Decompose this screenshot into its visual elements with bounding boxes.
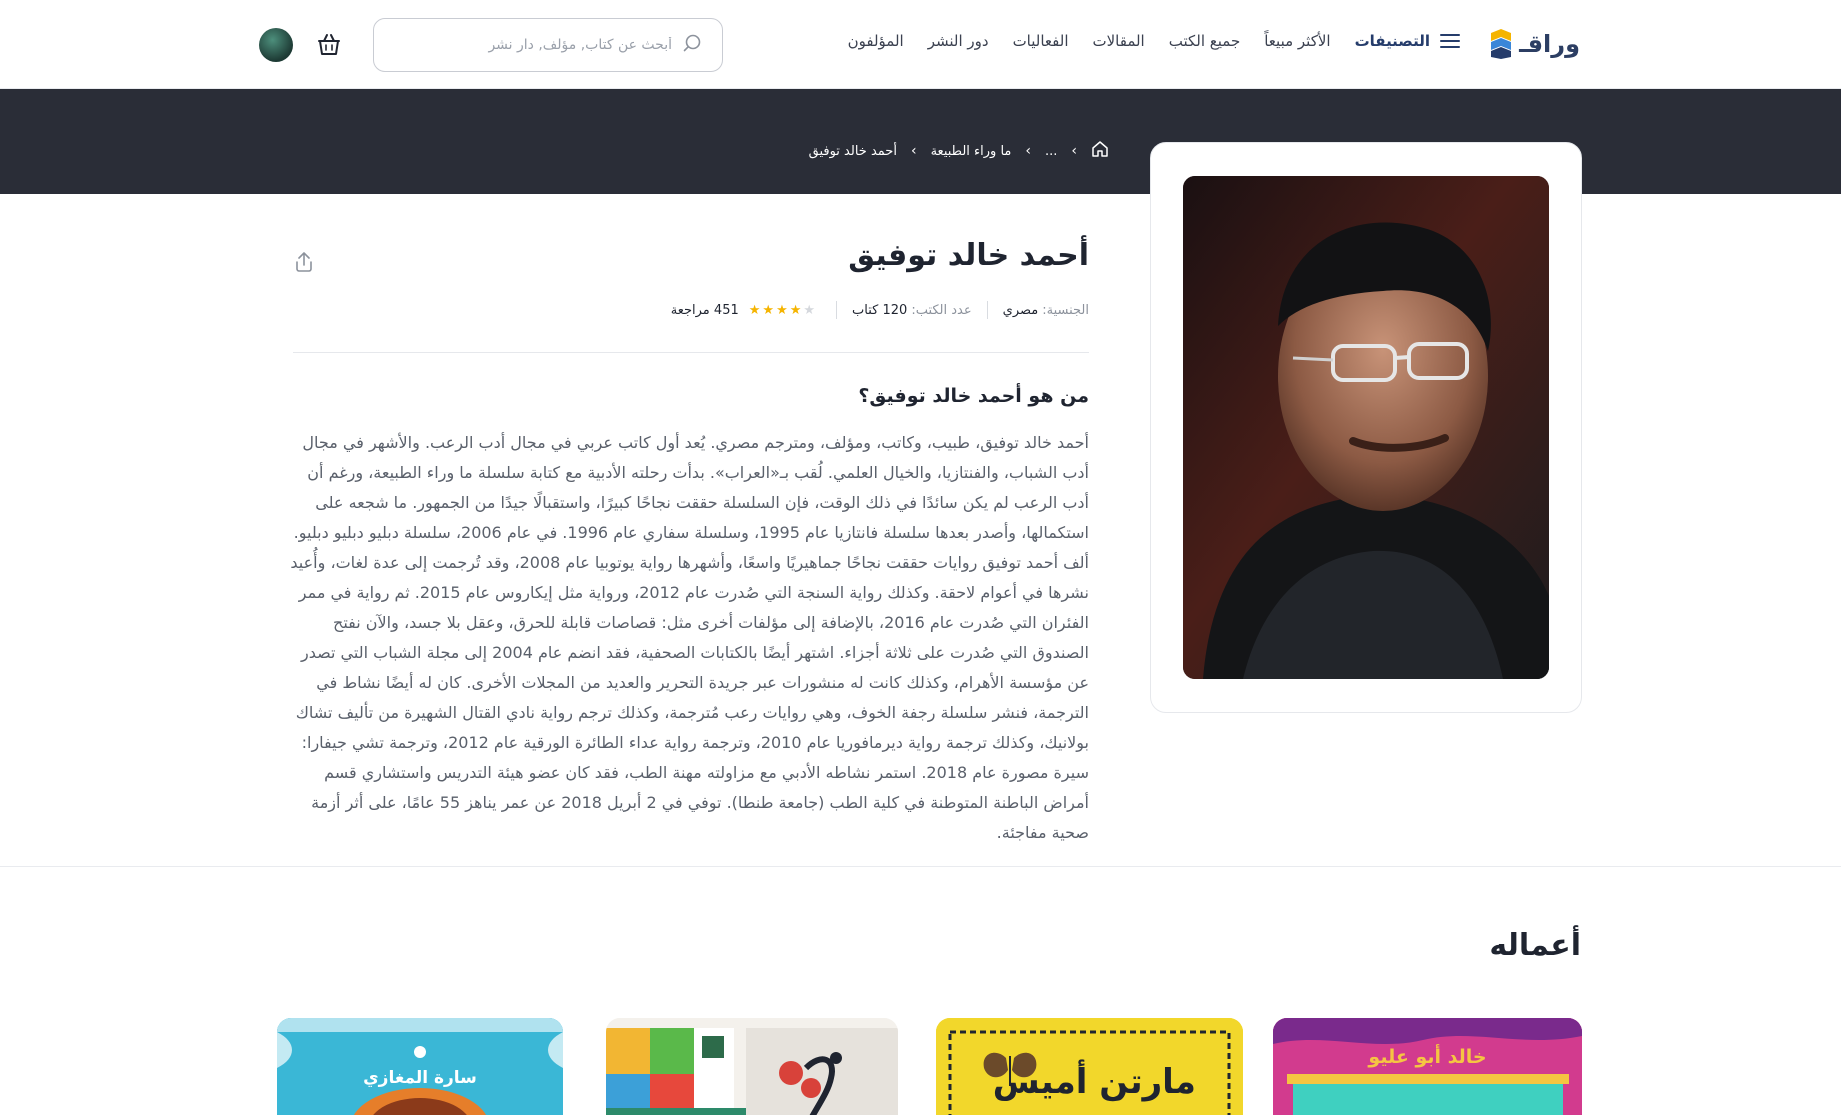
meta-divider bbox=[836, 301, 838, 319]
author-meta: الجنسية: مصري عدد الكتب: 120 كتاب ★ ★ ★ ★ ★ … bbox=[671, 301, 1089, 319]
breadcrumb-category[interactable]: ما وراء الطبيعة bbox=[931, 144, 1012, 159]
nationality-label: الجنسية: bbox=[1042, 302, 1089, 318]
site-logo[interactable]: وراقـ bbox=[1489, 26, 1580, 62]
breadcrumb-ellipsis[interactable]: ... bbox=[1045, 144, 1057, 159]
star-icon: ★ bbox=[748, 302, 761, 318]
nav-categories-label: التصنيفات bbox=[1354, 32, 1430, 50]
book-cover[interactable]: خالد أبو عليو bbox=[1273, 1018, 1582, 1115]
book-cover-text: مارتن أميس bbox=[992, 1062, 1196, 1102]
meta-divider bbox=[986, 301, 988, 319]
book-cover-text: خالد أبو عليو bbox=[1368, 1046, 1487, 1068]
nav-bestsellers[interactable]: الأكثر مبيعاً bbox=[1264, 32, 1330, 50]
search-input[interactable] bbox=[394, 37, 672, 53]
chevron-left-icon: › bbox=[1025, 143, 1031, 159]
book-cover[interactable]: سارة المغازي bbox=[277, 1018, 563, 1115]
star-icon: ★ bbox=[776, 302, 788, 318]
nav-authors[interactable]: المؤلفون bbox=[848, 32, 904, 50]
chevron-left-icon: › bbox=[910, 143, 917, 159]
search-icon[interactable] bbox=[682, 33, 702, 57]
nav-categories[interactable]: التصنيفات bbox=[1355, 32, 1460, 50]
nav-events[interactable]: الفعاليات bbox=[1013, 32, 1069, 50]
star-icon: ★ bbox=[789, 302, 802, 318]
nav-publishers[interactable]: دور النشر bbox=[928, 32, 989, 50]
books-count-value: 120 كتاب bbox=[852, 302, 908, 318]
nav-articles[interactable]: المقالات bbox=[1092, 32, 1144, 50]
chevron-left-icon: › bbox=[1071, 143, 1077, 159]
nav-all-books[interactable]: جميع الكتب bbox=[1169, 32, 1241, 50]
breadcrumb-current: أحمد خالد توفيق bbox=[808, 143, 897, 159]
rating-stars: ★ ★ ★ ★ ★ bbox=[749, 303, 815, 318]
star-icon: ★ bbox=[762, 302, 775, 318]
author-name: أحمد خالد توفيق bbox=[848, 238, 1089, 273]
about-title: من هو أحمد خالد توفيق؟ bbox=[858, 385, 1089, 407]
logo-text: وراقـ bbox=[1519, 30, 1580, 58]
avatar[interactable] bbox=[259, 28, 293, 62]
books-count-label: عدد الكتب: bbox=[911, 302, 972, 318]
star-icon: ★ bbox=[803, 302, 816, 318]
cart-icon[interactable] bbox=[316, 32, 342, 58]
divider bbox=[293, 352, 1089, 353]
section-divider bbox=[0, 866, 1841, 867]
share-icon[interactable] bbox=[292, 250, 316, 274]
about-text: أحمد خالد توفيق، طبيب، وكاتب، ومؤلف، ومت… bbox=[290, 433, 1089, 842]
main-nav: التصنيفات الأكثر مبيعاً جميع الكتب المقا… bbox=[848, 32, 1460, 50]
book-cover[interactable]: مارتن أميس bbox=[936, 1018, 1243, 1115]
breadcrumb: › ... › ما وراء الطبيعة › أحمد خالد توفي… bbox=[809, 140, 1109, 162]
works-title: أعماله bbox=[1489, 928, 1581, 963]
menu-icon bbox=[1440, 34, 1460, 48]
book-cover-text: سارة المغازي bbox=[363, 1068, 477, 1088]
search-box bbox=[373, 18, 723, 72]
logo-icon bbox=[1489, 29, 1513, 59]
author-photo-card bbox=[1150, 142, 1582, 713]
site-header: وراقـ التصنيفات الأكثر مبيعاً جميع الكتب… bbox=[0, 0, 1841, 89]
home-icon[interactable] bbox=[1091, 140, 1109, 162]
nationality-value: مصري bbox=[1002, 302, 1039, 318]
author-photo bbox=[1183, 176, 1549, 679]
reviews-count[interactable]: 451 مراجعة bbox=[671, 303, 739, 318]
book-cover[interactable] bbox=[606, 1018, 898, 1115]
